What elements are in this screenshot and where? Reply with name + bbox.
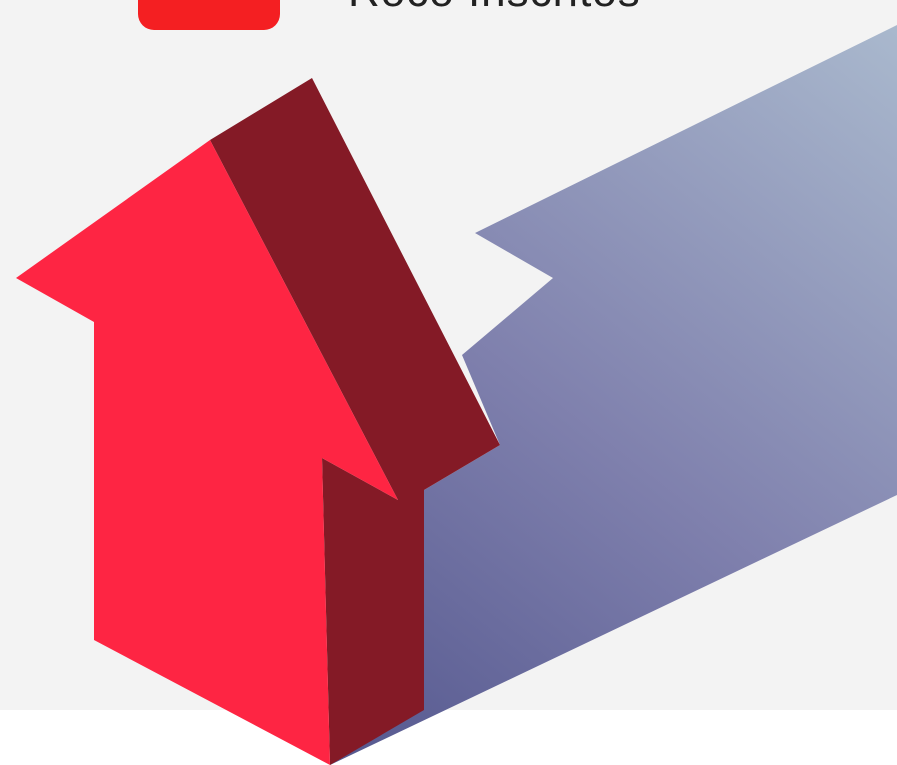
arrow-up-illustration (16, 25, 897, 765)
thumbnail-canvas: Roco Inscritos (0, 0, 897, 765)
